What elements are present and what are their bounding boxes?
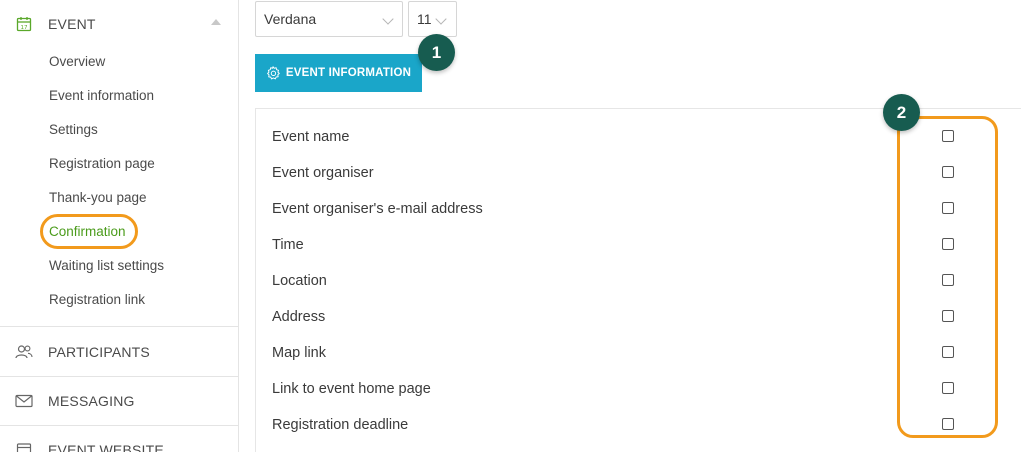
callout-badge-2: 2 [883,94,920,131]
event-information-button[interactable]: EVENT INFORMATION [255,54,422,92]
sidebar-item-registration-link[interactable]: Registration link [49,290,145,310]
window-icon [15,441,33,452]
sidebar-section-messaging[interactable]: MESSAGING [0,377,239,425]
sidebar-section-participants-label: PARTICIPANTS [48,344,150,360]
sidebar: 17 EVENT Overview Event information Sett… [0,0,239,452]
gear-icon [266,66,280,80]
field-label: Time [272,237,304,253]
field-row-event-name: Event name [272,127,972,147]
svg-text:17: 17 [21,25,28,31]
field-row-registration-deadline: Registration deadline [272,415,972,435]
sidebar-item-event-information[interactable]: Event information [49,86,154,106]
field-label: Location [272,273,327,289]
sidebar-section-event[interactable]: 17 EVENT [0,0,239,48]
font-size-value: 11 [417,11,432,27]
field-label: Registration deadline [272,417,409,433]
calendar-icon: 17 [15,15,33,33]
font-family-select[interactable]: Verdana [255,1,403,37]
sidebar-item-thank-you-page[interactable]: Thank-you page [49,188,147,208]
envelope-icon [15,392,33,410]
event-information-button-label: EVENT INFORMATION [285,67,412,79]
field-row-address: Address [272,307,972,327]
field-row-event-home-page-link: Link to event home page [272,379,972,399]
sidebar-item-registration-page[interactable]: Registration page [49,154,155,174]
people-icon [15,343,33,361]
field-row-organiser-email: Event organiser's e-mail address [272,199,972,219]
chevron-down-icon [435,13,447,25]
sidebar-item-overview[interactable]: Overview [49,52,105,72]
sidebar-section-event-label: EVENT [48,16,96,32]
sidebar-section-messaging-label: MESSAGING [48,393,135,409]
sidebar-item-settings[interactable]: Settings [49,120,98,140]
field-label: Map link [272,345,326,361]
font-size-select[interactable]: 11 [408,1,457,37]
callout-badge-1: 1 [418,34,455,71]
highlight-ring-checkboxes [897,116,998,438]
chevron-down-icon [382,13,394,25]
field-row-location: Location [272,271,972,291]
highlight-ring-confirmation [40,214,138,249]
field-row-map-link: Map link [272,343,972,363]
font-family-value: Verdana [264,11,317,27]
field-label: Link to event home page [272,381,431,397]
sidebar-section-event-website[interactable]: EVENT WEBSITE [0,426,239,452]
field-label: Event organiser's e-mail address [272,201,483,217]
sidebar-item-waiting-list-settings[interactable]: Waiting list settings [49,256,164,276]
field-label: Address [272,309,326,325]
sidebar-section-participants[interactable]: PARTICIPANTS [0,328,239,376]
collapse-caret-icon[interactable] [211,19,221,25]
field-row-time: Time [272,235,972,255]
field-label: Event organiser [272,165,374,181]
field-row-event-organiser: Event organiser [272,163,972,183]
sidebar-section-event-website-label: EVENT WEBSITE [48,442,164,452]
field-label: Event name [272,129,350,145]
sidebar-divider [0,326,239,327]
